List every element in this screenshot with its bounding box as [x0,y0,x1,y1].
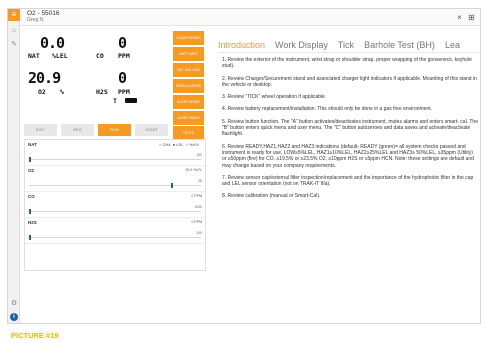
radio-ch4[interactable]: ○ CH4 [159,142,171,147]
h2s-slider-handle[interactable] [29,235,31,240]
batt-info-button[interactable]: BATT INFO [173,47,204,61]
o2-name: O2 [28,168,35,173]
tab-reg[interactable]: REG [61,124,94,136]
radio-lel-label: LEL [176,142,184,147]
tab-work-display[interactable]: Work Display [275,40,328,52]
step-6: 6. Review READY,HAZ1,HAZ2 and HAZ3 indic… [222,143,474,169]
tab-tick[interactable]: Tick [338,40,354,52]
alert-hang-button[interactable]: ALERT HANG [173,111,204,125]
clear-peaks-button[interactable]: CLEAR PEAKS [173,31,204,45]
home-icon[interactable]: ⌂ [10,27,18,35]
tab-lea[interactable]: Lea [445,40,460,52]
nat-unit-radios: ○ CH4 ● LEL ○ %V/V [159,142,199,147]
step-5: 5. Review button function. The "A" butto… [222,118,478,138]
app-window: ≡ ⌂ ✎ ⚙ i O2 - 55016 Greg N. × ⊞ 0.0 NAT… [7,8,481,324]
content-tabs: Introduction Work Display Tick Barhole Test… [218,35,480,53]
nat-max: 100 [196,153,202,157]
settings-icon[interactable]: ⚙ [10,300,18,308]
lel-value: 0.0 [40,34,65,52]
grid-icon[interactable]: ⊞ [467,13,476,22]
gas-sliders-panel: NAT ○ CH4 ● LEL ○ %V/V 100 O2 20.9 %V/V … [24,139,206,271]
instruction-pane: Introduction Work Display Tick Barhole Test… [218,27,480,323]
o2-unit: % [60,88,64,96]
close-icon[interactable]: × [455,13,464,22]
h2s-value: 0 [118,69,127,87]
co-slider[interactable] [29,209,201,214]
h2s-slider[interactable] [29,235,201,240]
step-4: 4. Review battery replacement/installati… [222,106,433,113]
window-subtitle: Greg N. [27,17,45,23]
nat-slider-handle[interactable] [29,157,31,162]
h2s-max: 100 [196,231,202,235]
co-max: 1000 [194,205,202,209]
step-2: 2. Review Charger/Securement stand and a… [222,75,477,88]
instruction-steps: 1. Review the exterior of the instrument… [222,57,478,206]
h2s-name: H2S [28,220,37,225]
tabs-divider [218,52,480,53]
radio-vv[interactable]: ○ %V/V [184,142,199,147]
tab-run[interactable]: RUN [98,124,131,136]
radio-ch4-label: CH4 [162,142,171,147]
h2s-reading: 0 PPM [191,220,202,224]
radio-lel[interactable]: ● LEL [172,142,184,147]
mode-tabs: EXIT REG RUN START [24,124,206,136]
step-3: 3. Review "TICK" wheel operation if appl… [222,94,327,101]
nat-name: NAT [28,142,37,147]
battery-icon [125,98,137,103]
o2-value: 20.9 [28,69,61,87]
left-rail: ≡ ⌂ ✎ ⚙ i [8,9,20,323]
set-cal-gas-button[interactable]: SET CAL GAS [173,63,204,77]
t-label: T [113,97,117,105]
tab-exit[interactable]: EXIT [24,124,57,136]
tab-barhole-test[interactable]: Barhole Test (BH) [364,40,435,52]
h2s-section: H2S 0 PPM 100 [25,218,205,244]
co-name: CO [28,194,35,199]
nat-slider[interactable] [29,157,201,162]
co-section: CO 0 PPM 1000 [25,192,205,218]
lel-label: NAT [28,52,40,60]
info-icon[interactable]: i [10,313,18,321]
h2s-label: H2S [96,88,108,96]
o2-slider[interactable] [29,183,201,188]
co-slider-handle[interactable] [29,209,31,214]
tab-start[interactable]: START [135,124,168,136]
lel-unit: %LEL [52,52,68,60]
co-unit: PPM [118,52,130,60]
picture-caption: PICTURE #19 [10,331,60,340]
step-7: 7. Review sensor cap/external filter ins… [222,174,474,188]
hamburger-menu-button[interactable]: ≡ [8,9,20,21]
co-value: 0 [118,34,127,52]
nat-section: NAT ○ CH4 ● LEL ○ %V/V 100 [25,140,205,166]
o2-label: O2 [38,88,46,96]
title-bar: O2 - 55016 Greg N. × ⊞ [20,9,480,26]
alert-mode-button[interactable]: ALERT MODE [173,95,204,109]
step-1: 1. Review the exterior of the instrument… [222,57,472,70]
o2-reading: 20.9 %V/V [185,168,202,172]
radio-vv-label: %V/V [188,142,199,147]
co-label: CO [96,52,104,60]
o2-slider-handle[interactable] [171,183,173,188]
window-title: O2 - 55016 [27,10,60,17]
o2-max: 25 [198,179,202,183]
o2-section: O2 20.9 %V/V 25 [25,166,205,192]
read-alarms-button[interactable]: READ ALARMS [173,79,204,93]
gas-readout-display: 0.0 NAT %LEL 0 CO PPM 20.9 O2 % 0 H2S PP… [28,31,178,123]
h2s-unit: PPM [118,88,130,96]
step-8: 8. Review calibration (manual or Smart-C… [222,193,321,200]
wrench-icon[interactable]: ✎ [10,41,18,49]
co-reading: 0 PPM [191,194,202,198]
